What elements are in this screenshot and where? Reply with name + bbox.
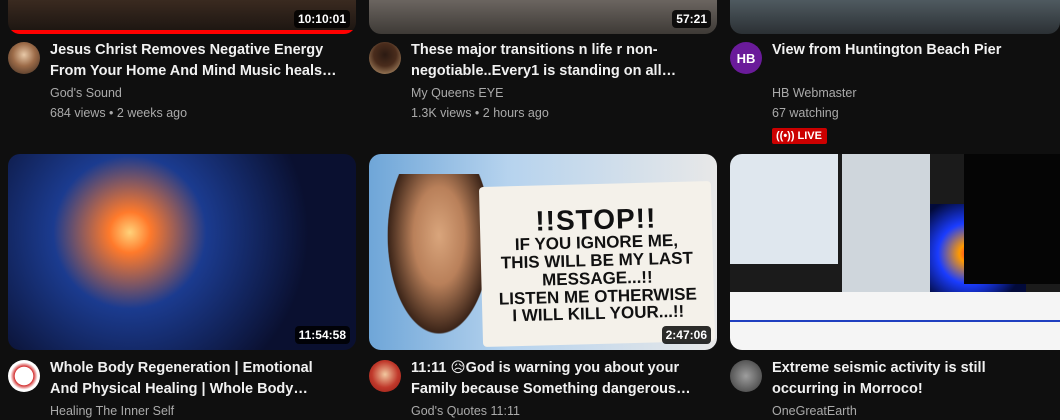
thumb-text-line: I WILL KILL YOUR...!! (512, 302, 685, 326)
video-thumbnail[interactable]: 10:10:01 (8, 0, 356, 34)
video-title[interactable]: Whole Body Regeneration | Emotional And … (50, 358, 340, 400)
video-title[interactable]: These major transitions n life r non-neg… (411, 40, 701, 82)
video-duration: 11:54:58 (294, 326, 350, 344)
video-card[interactable]: 57:21 These major transitions n life r n… (369, 0, 717, 120)
channel-avatar[interactable]: HB (730, 42, 762, 74)
avatar-initials: HB (736, 50, 756, 66)
channel-name[interactable]: Healing The Inner Self (50, 404, 174, 418)
channel-name[interactable]: My Queens EYE (411, 86, 503, 100)
channel-avatar[interactable] (8, 360, 40, 392)
video-thumbnail[interactable]: 11:54:58 (8, 154, 356, 350)
thumbnail-seismograph (730, 292, 1060, 350)
channel-name[interactable]: HB Webmaster (772, 86, 857, 100)
video-thumbnail[interactable]: !!STOP!! IF YOU IGNORE ME, THIS WILL BE … (369, 154, 717, 350)
video-stats: 684 views • 2 weeks ago (50, 106, 188, 120)
video-title[interactable]: View from Huntington Beach Pier (772, 40, 1044, 61)
channel-name[interactable]: God's Quotes 11:11 (411, 404, 520, 418)
thumbnail-message-card: !!STOP!! IF YOU IGNORE ME, THIS WILL BE … (478, 180, 716, 348)
video-card[interactable]: 11:54:58 Whole Body Regeneration | Emoti… (8, 154, 356, 418)
seismograph-trace (730, 320, 1060, 322)
thumbnail-map (730, 154, 838, 264)
video-duration: 57:21 (672, 10, 711, 28)
video-card[interactable]: !!STOP!! IF YOU IGNORE ME, THIS WILL BE … (369, 154, 717, 418)
video-card[interactable]: HB View from Huntington Beach Pier HB We… (730, 0, 1060, 144)
live-broadcast-icon: ((•)) (776, 130, 795, 142)
channel-name[interactable]: God's Sound (50, 86, 122, 100)
video-stats: 67 watching (772, 106, 839, 120)
channel-avatar[interactable] (369, 360, 401, 392)
video-card[interactable]: Extreme seismic activity is still occurr… (730, 154, 1060, 418)
channel-name[interactable]: OneGreatEarth (772, 404, 857, 418)
channel-avatar[interactable] (730, 360, 762, 392)
video-card[interactable]: 10:10:01 Jesus Christ Removes Negative E… (8, 0, 356, 120)
watch-progress-bar (8, 30, 356, 34)
video-duration: 2:47:06 (661, 326, 711, 344)
live-badge: ((•)) LIVE (772, 128, 827, 144)
video-title[interactable]: Extreme seismic activity is still occurr… (772, 358, 1044, 400)
video-title[interactable]: Jesus Christ Removes Negative Energy Fro… (50, 40, 340, 82)
video-thumbnail[interactable] (730, 154, 1060, 350)
thumbnail-news-ticker (964, 154, 1060, 284)
video-title[interactable]: 11:11 😥God is warning you about your Fam… (411, 358, 701, 400)
video-thumbnail[interactable]: 57:21 (369, 0, 717, 34)
live-label: LIVE (797, 130, 822, 142)
video-stats: 1.3K views • 2 hours ago (411, 106, 549, 120)
video-duration: 10:10:01 (293, 10, 350, 28)
channel-avatar[interactable] (8, 42, 40, 74)
video-thumbnail[interactable] (730, 0, 1060, 34)
channel-avatar[interactable] (369, 42, 401, 74)
